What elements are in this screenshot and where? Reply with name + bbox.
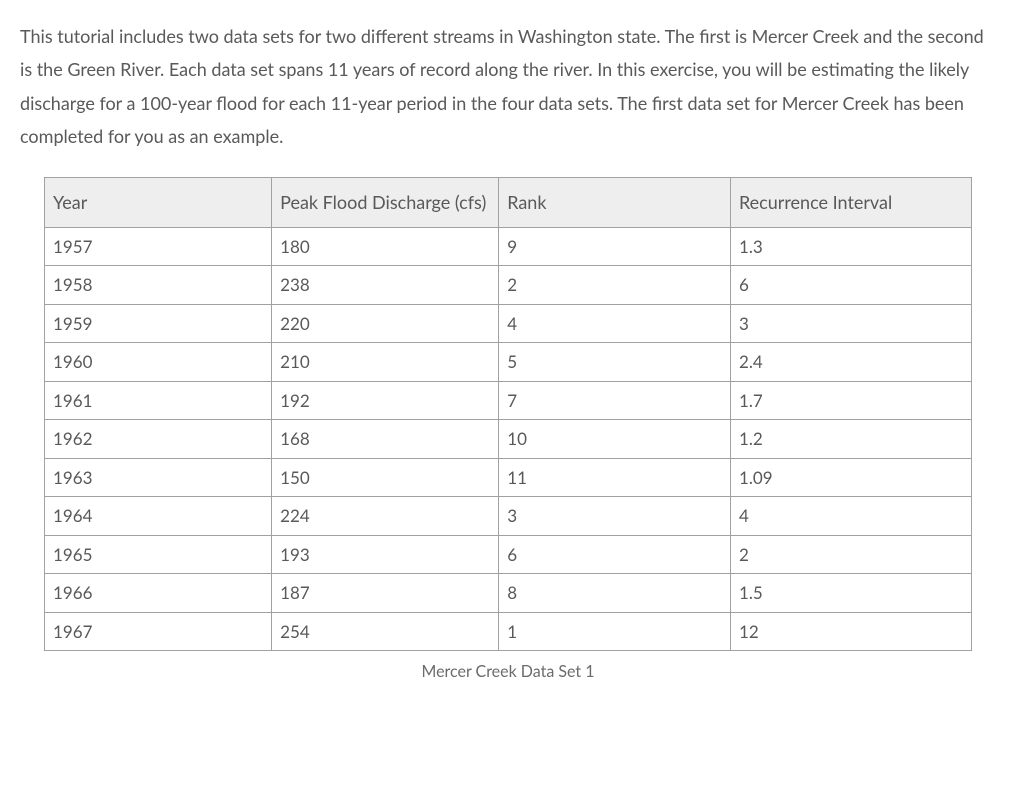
table-row: 1962 168 10 1.2: [45, 420, 972, 459]
cell-year: 1958: [45, 266, 272, 305]
table-row: 1965 193 6 2: [45, 535, 972, 574]
cell-rank: 6: [499, 535, 731, 574]
cell-year: 1960: [45, 343, 272, 382]
cell-rank: 9: [499, 227, 731, 266]
cell-year: 1961: [45, 381, 272, 420]
cell-rank: 8: [499, 574, 731, 613]
cell-year: 1966: [45, 574, 272, 613]
cell-year: 1963: [45, 458, 272, 497]
cell-discharge: 224: [272, 497, 499, 536]
cell-year: 1959: [45, 304, 272, 343]
cell-recurrence: 2.4: [730, 343, 971, 382]
cell-recurrence: 1.2: [730, 420, 971, 459]
table-container: Year Peak Flood Discharge (cfs) Rank Rec…: [20, 177, 992, 687]
cell-recurrence: 1.7: [730, 381, 971, 420]
col-header-recurrence: Recurrence Interval: [730, 178, 971, 228]
intro-paragraph: This tutorial includes two data sets for…: [20, 20, 992, 153]
cell-rank: 1: [499, 612, 731, 651]
col-header-discharge: Peak Flood Discharge (cfs): [272, 178, 499, 228]
cell-rank: 5: [499, 343, 731, 382]
cell-rank: 7: [499, 381, 731, 420]
cell-rank: 11: [499, 458, 731, 497]
table-row: 1960 210 5 2.4: [45, 343, 972, 382]
table-row: 1958 238 2 6: [45, 266, 972, 305]
table-header-row: Year Peak Flood Discharge (cfs) Rank Rec…: [45, 178, 972, 228]
cell-rank: 4: [499, 304, 731, 343]
cell-year: 1962: [45, 420, 272, 459]
cell-recurrence: 1.3: [730, 227, 971, 266]
cell-rank: 2: [499, 266, 731, 305]
table-row: 1961 192 7 1.7: [45, 381, 972, 420]
cell-discharge: 168: [272, 420, 499, 459]
table-caption: Mercer Creek Data Set 1: [44, 657, 972, 687]
cell-discharge: 210: [272, 343, 499, 382]
cell-recurrence: 2: [730, 535, 971, 574]
table-row: 1963 150 11 1.09: [45, 458, 972, 497]
cell-year: 1965: [45, 535, 272, 574]
cell-discharge: 238: [272, 266, 499, 305]
table-row: 1967 254 1 12: [45, 612, 972, 651]
cell-recurrence: 1.5: [730, 574, 971, 613]
col-header-rank: Rank: [499, 178, 731, 228]
cell-recurrence: 3: [730, 304, 971, 343]
cell-recurrence: 12: [730, 612, 971, 651]
data-table: Year Peak Flood Discharge (cfs) Rank Rec…: [44, 177, 972, 651]
cell-year: 1964: [45, 497, 272, 536]
cell-rank: 10: [499, 420, 731, 459]
col-header-year: Year: [45, 178, 272, 228]
cell-year: 1957: [45, 227, 272, 266]
table-row: 1964 224 3 4: [45, 497, 972, 536]
cell-discharge: 220: [272, 304, 499, 343]
cell-discharge: 254: [272, 612, 499, 651]
cell-rank: 3: [499, 497, 731, 536]
table-row: 1957 180 9 1.3: [45, 227, 972, 266]
table-row: 1959 220 4 3: [45, 304, 972, 343]
cell-year: 1967: [45, 612, 272, 651]
cell-discharge: 193: [272, 535, 499, 574]
cell-recurrence: 6: [730, 266, 971, 305]
cell-discharge: 180: [272, 227, 499, 266]
cell-discharge: 187: [272, 574, 499, 613]
cell-discharge: 192: [272, 381, 499, 420]
cell-recurrence: 4: [730, 497, 971, 536]
cell-recurrence: 1.09: [730, 458, 971, 497]
table-row: 1966 187 8 1.5: [45, 574, 972, 613]
cell-discharge: 150: [272, 458, 499, 497]
